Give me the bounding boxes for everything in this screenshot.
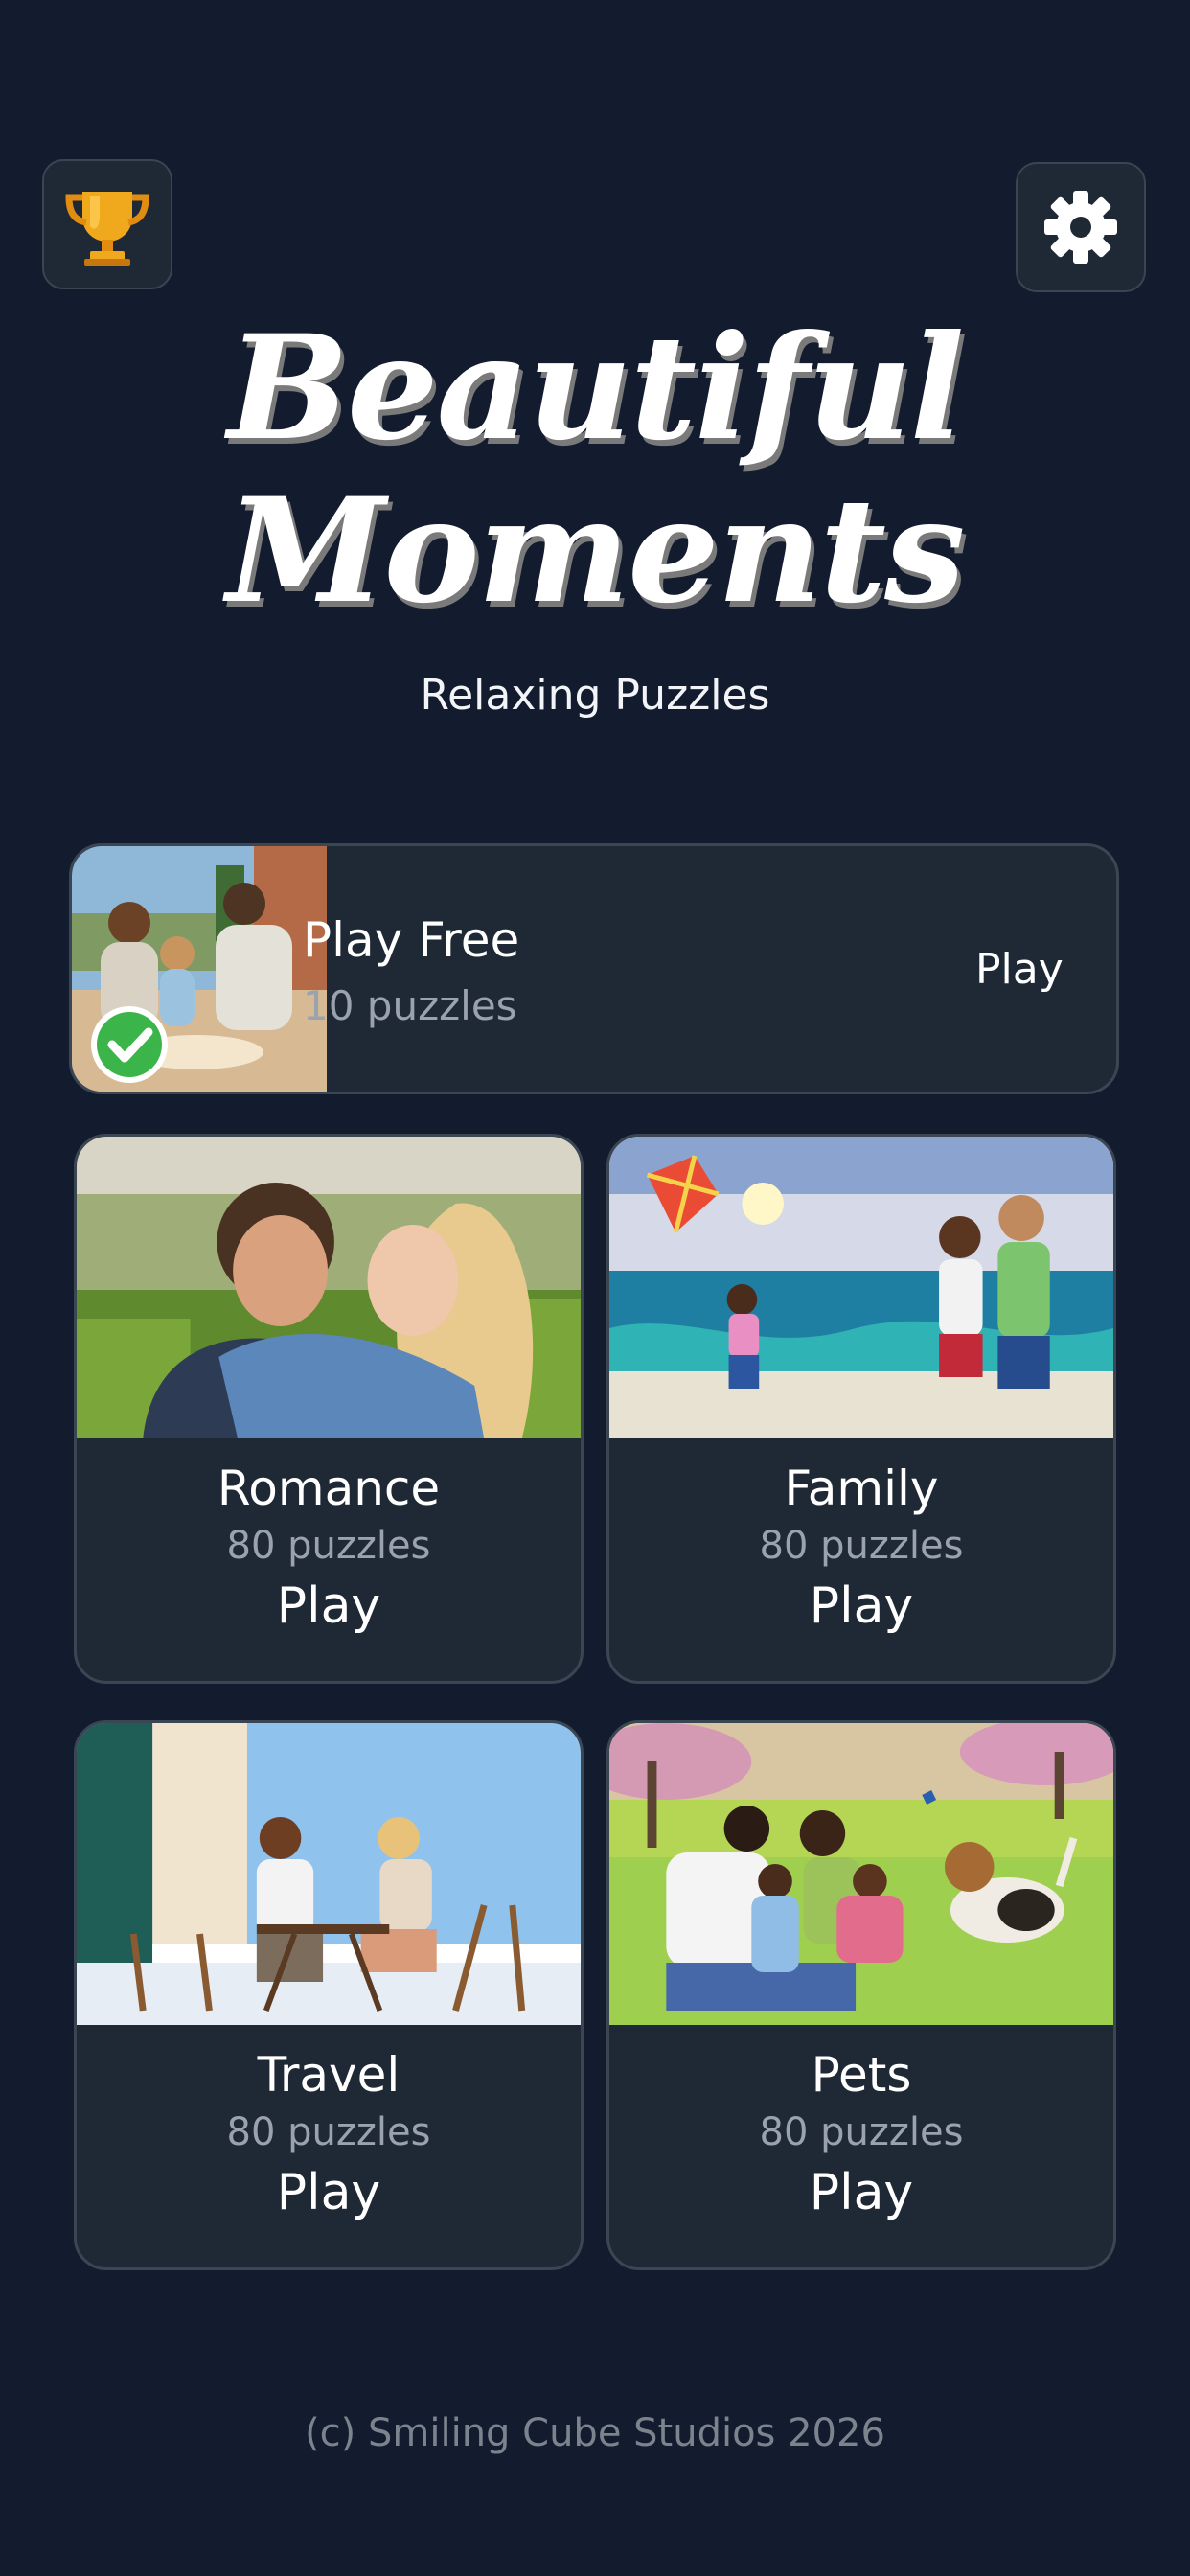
category-count: 80 puzzles <box>226 2110 431 2154</box>
category-count: 80 puzzles <box>759 2110 964 2154</box>
settings-button[interactable] <box>1016 162 1146 292</box>
pets-play-button[interactable]: Play <box>609 2164 1113 2221</box>
checkmark-icon <box>91 1006 168 1083</box>
romance-thumbnail <box>77 1137 581 1438</box>
app-logo: Beautiful Moments <box>0 307 1190 632</box>
category-title: Family <box>784 1460 939 1516</box>
app-subtitle: Relaxing Puzzles <box>420 671 770 720</box>
free-pack-thumbnail <box>72 846 327 1092</box>
category-card-family[interactable]: Family 80 puzzles Play <box>606 1134 1116 1684</box>
logo-line-2: Moments <box>226 467 965 635</box>
gear-icon <box>1044 191 1117 264</box>
category-title: Romance <box>217 1460 441 1516</box>
category-count: 80 puzzles <box>226 1524 431 1568</box>
free-pack-play-button[interactable]: Play <box>975 945 1064 994</box>
family-play-button[interactable]: Play <box>609 1577 1113 1635</box>
family-thumbnail <box>609 1137 1113 1438</box>
travel-thumbnail <box>77 1723 581 2025</box>
logo-line-1: Beautiful <box>227 304 964 472</box>
category-card-travel[interactable]: Travel 80 puzzles Play <box>74 1720 584 2270</box>
trophy-button[interactable] <box>42 159 172 289</box>
free-pack-title: Play Free <box>303 912 520 968</box>
category-card-romance[interactable]: Romance 80 puzzles Play <box>74 1134 584 1684</box>
copyright-footer: (c) Smiling Cube Studios 2026 <box>305 2411 885 2455</box>
category-card-pets[interactable]: Pets 80 puzzles Play <box>606 1720 1116 2270</box>
romance-play-button[interactable]: Play <box>77 1577 581 1635</box>
trophy-icon <box>65 192 149 266</box>
free-pack-count: 10 puzzles <box>303 982 517 1029</box>
travel-play-button[interactable]: Play <box>77 2164 581 2221</box>
category-title: Travel <box>257 2047 400 2103</box>
pets-thumbnail <box>609 1723 1113 2025</box>
free-pack-card[interactable] <box>69 843 1119 1094</box>
category-title: Pets <box>811 2047 912 2103</box>
category-count: 80 puzzles <box>759 1524 964 1568</box>
